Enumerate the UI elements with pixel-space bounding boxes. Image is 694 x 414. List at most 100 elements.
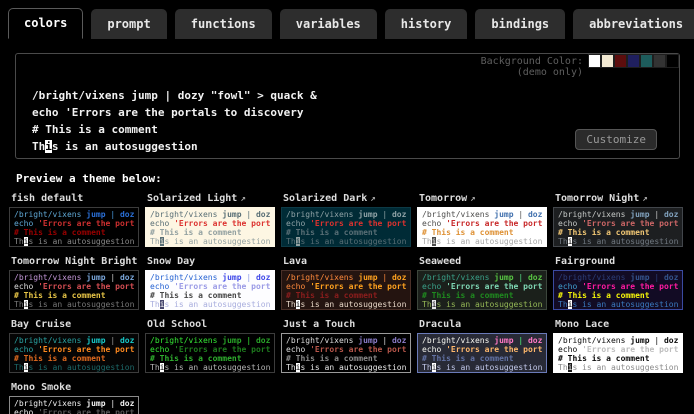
theme-fairground: Fairground/bright/vixens jump | dozy "fo… <box>553 256 683 310</box>
card-line-command: /bright/vixens jump | dozy "fowl" > quac… <box>558 210 678 219</box>
background-color-picker: Background Color: (demo only) <box>481 54 679 78</box>
card-line-echo: echo 'Errors are the portals to discover… <box>150 282 270 291</box>
card-line-command: /bright/vixens jump | dozy "fowl" > quac… <box>286 273 406 282</box>
external-link-icon[interactable]: ↗ <box>642 194 647 204</box>
external-link-icon[interactable]: ↗ <box>240 194 245 204</box>
card-line-autosuggestion: This is an autosuggestion <box>558 237 678 246</box>
external-link-icon[interactable]: ↗ <box>370 194 375 204</box>
card-line-comment: # This is a comment <box>14 291 134 300</box>
theme-title-dracula: Dracula <box>419 319 547 330</box>
theme-card-tomorrow-night-bright[interactable]: /bright/vixens jump | dozy "fowl" > quac… <box>9 270 139 310</box>
tab-functions[interactable]: functions <box>175 9 272 39</box>
tab-abbreviations[interactable]: abbreviations <box>573 9 694 39</box>
card-line-command: /bright/vixens jump | dozy "fowl" > quac… <box>150 210 270 219</box>
terminal-line-command: /bright/vixens jump | dozy "fowl" > quac… <box>32 87 679 104</box>
theme-tomorrow-night-bright: Tomorrow Night Bright↗ /bright/vixens jum… <box>9 256 139 310</box>
theme-card-old-school[interactable]: /bright/vixens jump | dozy "fowl" > quac… <box>145 333 275 373</box>
card-line-autosuggestion: This is an autosuggestion <box>150 363 270 372</box>
theme-title-solarized-dark: Solarized Dark↗ <box>283 193 411 204</box>
card-line-comment: # This is a comment <box>286 354 406 363</box>
theme-solarized-light: Solarized Light↗/bright/vixens jump | do… <box>145 193 275 247</box>
tab-colors[interactable]: colors <box>8 8 83 39</box>
card-line-autosuggestion: This is an autosuggestion <box>558 363 678 372</box>
theme-card-snow-day[interactable]: /bright/vixens jump | dozy "fowl" > quac… <box>145 270 275 310</box>
card-line-comment: # This is a comment <box>14 228 134 237</box>
theme-card-just-a-touch[interactable]: /bright/vixens jump | dozy "fowl" > quac… <box>281 333 411 373</box>
card-line-echo: echo 'Errors are the portals to discover… <box>286 345 406 354</box>
theme-card-dracula[interactable]: /bright/vixens jump | dozy "fowl" > quac… <box>417 333 547 373</box>
theme-seaweed: Seaweed/bright/vixens jump | dozy "fowl"… <box>417 256 547 310</box>
card-line-echo: echo 'Errors are the portals to discover… <box>422 282 542 291</box>
card-line-echo: echo 'Errors are the portals to discover… <box>14 219 134 228</box>
theme-title-tomorrow-night: Tomorrow Night↗ <box>555 193 683 204</box>
card-line-comment: # This is a comment <box>422 354 542 363</box>
card-line-echo: echo 'Errors are the portals to discover… <box>14 282 134 291</box>
card-line-echo: echo 'Errors are the portals to discover… <box>14 408 134 414</box>
theme-title-bay-cruise: Bay Cruise <box>11 319 139 330</box>
card-line-comment: # This is a comment <box>150 354 270 363</box>
card-line-autosuggestion: This is an autosuggestion <box>150 237 270 246</box>
theme-card-mono-smoke[interactable]: /bright/vixens jump | dozy "fowl" > quac… <box>9 396 139 414</box>
theme-title-tomorrow: Tomorrow↗ <box>419 193 547 204</box>
external-link-icon[interactable]: ↗ <box>470 194 475 204</box>
theme-card-bay-cruise[interactable]: /bright/vixens jump | dozy "fowl" > quac… <box>9 333 139 373</box>
card-line-command: /bright/vixens jump | dozy "fowl" > quac… <box>14 399 134 408</box>
theme-card-solarized-light[interactable]: /bright/vixens jump | dozy "fowl" > quac… <box>145 207 275 247</box>
card-line-autosuggestion: This is an autosuggestion <box>14 237 134 246</box>
card-line-echo: echo 'Errors are the portals to discover… <box>558 282 678 291</box>
card-line-command: /bright/vixens jump | dozy "fowl" > quac… <box>286 336 406 345</box>
theme-title-snow-day: Snow Day <box>147 256 275 267</box>
tab-prompt[interactable]: prompt <box>91 9 166 39</box>
theme-card-mono-lace[interactable]: /bright/vixens jump | dozy "fowl" > quac… <box>553 333 683 373</box>
tab-bindings[interactable]: bindings <box>475 9 565 39</box>
card-line-command: /bright/vixens jump | dozy "fowl" > quac… <box>558 336 678 345</box>
background-color-swatch[interactable] <box>640 54 653 68</box>
background-color-swatch[interactable] <box>614 54 627 68</box>
theme-title-fish-default: fish default <box>11 193 139 204</box>
theme-title-just-a-touch: Just a Touch <box>283 319 411 330</box>
background-color-swatch[interactable] <box>601 54 614 68</box>
card-line-command: /bright/vixens jump | dozy "fowl" > quac… <box>150 273 270 282</box>
card-line-comment: # This is a comment <box>558 354 678 363</box>
card-line-echo: echo 'Errors are the portals to discover… <box>286 282 406 291</box>
card-line-autosuggestion: This is an autosuggestion <box>14 300 134 309</box>
card-line-echo: echo 'Errors are the portals to discover… <box>14 345 134 354</box>
card-line-command: /bright/vixens jump | dozy "fowl" > quac… <box>286 210 406 219</box>
card-line-autosuggestion: This is an autosuggestion <box>422 300 542 309</box>
theme-old-school: Old School/bright/vixens jump | dozy "fo… <box>145 319 275 373</box>
background-color-swatch[interactable] <box>627 54 640 68</box>
card-line-command: /bright/vixens jump | dozy "fowl" > quac… <box>14 210 134 219</box>
tab-history[interactable]: history <box>385 9 468 39</box>
card-line-autosuggestion: This is an autosuggestion <box>286 363 406 372</box>
theme-card-tomorrow-night[interactable]: /bright/vixens jump | dozy "fowl" > quac… <box>553 207 683 247</box>
theme-card-lava[interactable]: /bright/vixens jump | dozy "fowl" > quac… <box>281 270 411 310</box>
card-line-comment: # This is a comment <box>558 228 678 237</box>
card-line-comment: # This is a comment <box>286 291 406 300</box>
terminal-line-echo: echo 'Errors are the portals to discover… <box>32 104 679 121</box>
theme-card-fairground[interactable]: /bright/vixens jump | dozy "fowl" > quac… <box>553 270 683 310</box>
theme-bay-cruise: Bay Cruise/bright/vixens jump | dozy "fo… <box>9 319 139 373</box>
card-line-echo: echo 'Errors are the portals to discover… <box>286 219 406 228</box>
card-line-comment: # This is a comment <box>422 291 542 300</box>
theme-card-seaweed[interactable]: /bright/vixens jump | dozy "fowl" > quac… <box>417 270 547 310</box>
card-line-autosuggestion: This is an autosuggestion <box>286 237 406 246</box>
card-line-command: /bright/vixens jump | dozy "fowl" > quac… <box>422 273 542 282</box>
theme-card-tomorrow[interactable]: /bright/vixens jump | dozy "fowl" > quac… <box>417 207 547 247</box>
background-color-swatch[interactable] <box>653 54 666 68</box>
tab-variables[interactable]: variables <box>280 9 377 39</box>
card-line-autosuggestion: This is an autosuggestion <box>422 363 542 372</box>
theme-snow-day: Snow Day/bright/vixens jump | dozy "fowl… <box>145 256 275 310</box>
preview-heading: Preview a theme below: <box>16 172 694 185</box>
card-line-comment: # This is a comment <box>422 228 542 237</box>
card-line-command: /bright/vixens jump | dozy "fowl" > quac… <box>150 336 270 345</box>
card-line-command: /bright/vixens jump | dozy "fowl" > quac… <box>14 336 134 345</box>
background-color-swatch[interactable] <box>588 54 601 68</box>
theme-card-fish-default[interactable]: /bright/vixens jump | dozy "fowl" > quac… <box>9 207 139 247</box>
customize-button[interactable]: Customize <box>575 129 657 150</box>
theme-card-solarized-dark[interactable]: /bright/vixens jump | dozy "fowl" > quac… <box>281 207 411 247</box>
theme-title-tomorrow-night-bright: Tomorrow Night Bright↗ <box>11 256 139 267</box>
card-line-autosuggestion: This is an autosuggestion <box>558 300 678 309</box>
background-color-label: Background Color: <box>481 56 583 67</box>
card-line-autosuggestion: This is an autosuggestion <box>14 363 134 372</box>
background-color-swatch[interactable] <box>666 54 679 68</box>
